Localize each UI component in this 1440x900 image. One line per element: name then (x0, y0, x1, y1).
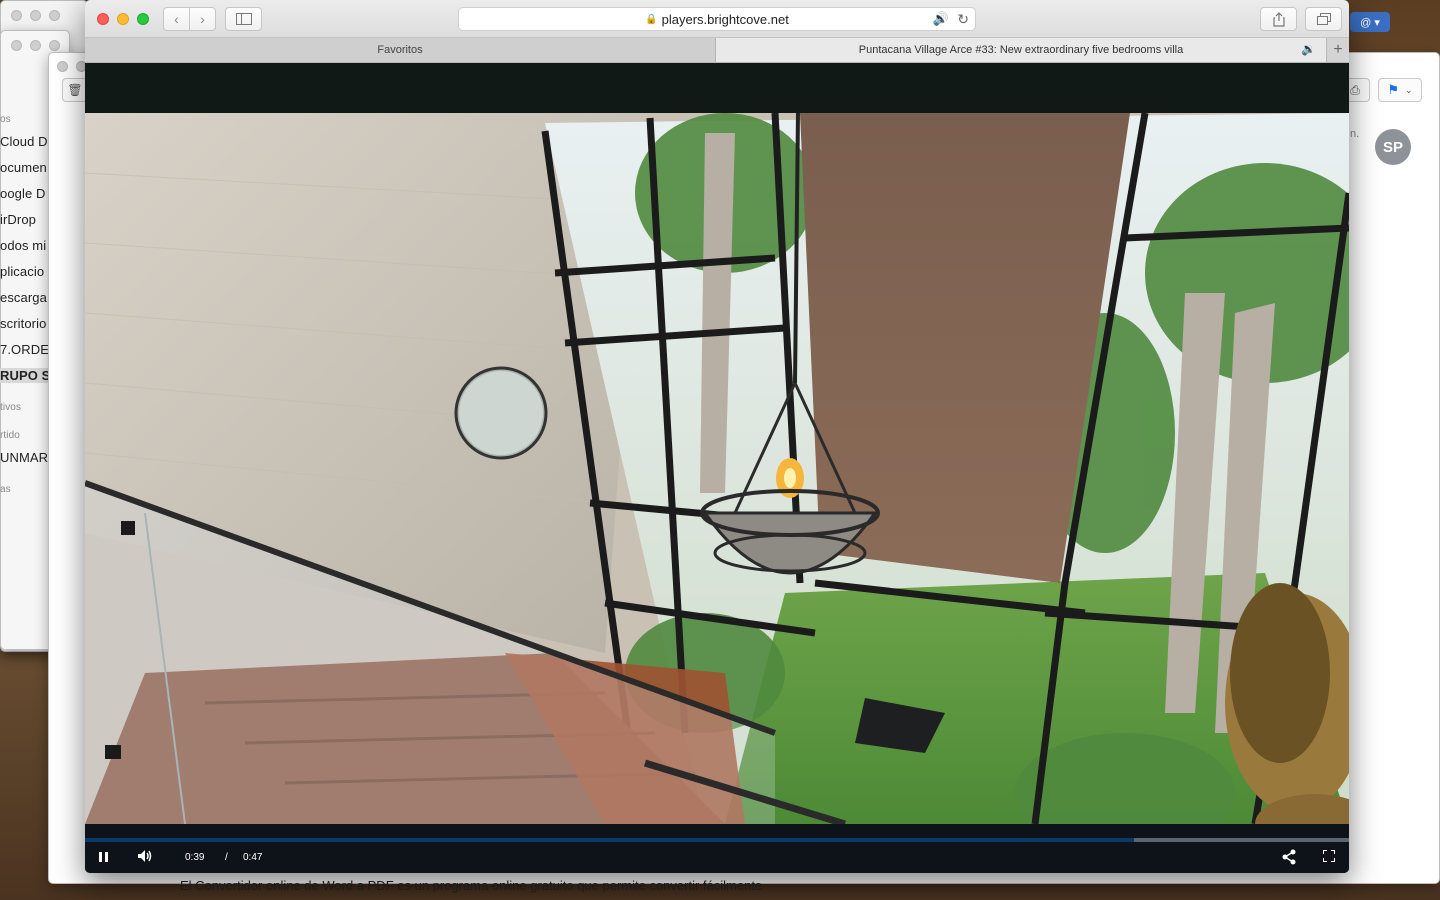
minimize-window-button[interactable] (117, 13, 129, 25)
tab-favoritos[interactable]: Favoritos (85, 38, 716, 62)
finder-section-tags: as (0, 484, 11, 495)
finder-item-applications[interactable]: plicacio (0, 264, 44, 279)
finder-item-orden[interactable]: 7.ORDEN (0, 342, 48, 357)
tab-bar: Favoritos Puntacana Village Arce #33: Ne… (85, 38, 1349, 63)
tab-label: Puntacana Village Arce #33: New extraord… (858, 44, 1184, 56)
finder-item-downloads[interactable]: escarga (0, 290, 47, 305)
progress-bar[interactable] (85, 838, 1349, 842)
forward-button[interactable]: › (189, 7, 216, 31)
printer-icon: ⎙ (1350, 82, 1360, 97)
finder-section-label: os (0, 114, 11, 125)
reload-icon[interactable]: ↻ (957, 11, 969, 28)
chevron-right-icon: › (200, 11, 205, 27)
show-all-tabs-button[interactable] (1305, 7, 1342, 31)
pause-button[interactable] (99, 850, 113, 864)
trash-icon: 🗑 (67, 83, 83, 97)
mail-body-text: El Convertidor online de Word a PDF es u… (180, 878, 763, 893)
window-controls (97, 13, 149, 25)
tab-video[interactable]: Puntacana Village Arce #33: New extraord… (716, 38, 1326, 62)
finder-item-airdrop[interactable]: irDrop (0, 212, 36, 227)
background-traffic-lights (11, 10, 60, 21)
finder-section-shared: rtido (0, 430, 20, 441)
flag-icon: ⚑ (1387, 82, 1400, 97)
chevron-left-icon: ‹ (174, 11, 179, 27)
browser-toolbar: ‹ › 🔒 players.brightcove.net 🔊 ↻ (85, 0, 1349, 38)
progress-fill (85, 838, 1134, 842)
pause-icon (99, 852, 102, 862)
sidebar-toggle-button[interactable] (225, 7, 262, 31)
share-video-button[interactable] (1281, 849, 1297, 865)
address-url: players.brightcove.net (661, 11, 789, 27)
finder-section-devices: tivos (0, 402, 22, 413)
tabs-overview-icon (1316, 13, 1331, 25)
back-button[interactable]: ‹ (163, 7, 190, 31)
finder-item-icloud[interactable]: Cloud Dr (0, 134, 48, 149)
time-separator: / (225, 852, 228, 863)
player-letterbox-top (85, 63, 1349, 113)
share-icon (1272, 11, 1285, 27)
address-bar[interactable]: 🔒 players.brightcove.net 🔊 ↻ (458, 7, 976, 31)
status-pill: @ ▾ (1350, 12, 1390, 32)
duration: 0:47 (243, 852, 263, 863)
sidebar-icon (235, 13, 252, 25)
video-scene (85, 113, 1349, 824)
avatar[interactable]: SP (1375, 129, 1411, 165)
volume-button[interactable] (137, 849, 153, 863)
share-icon (1282, 849, 1296, 865)
flag-button[interactable]: ⚑ ⌄ (1378, 78, 1422, 102)
finder-sidebar: os Cloud Dr ocumen oogle D irDrop odos m… (0, 100, 48, 650)
current-time: 0:39 (185, 852, 205, 863)
new-tab-button[interactable]: + (1326, 38, 1349, 62)
finder-item-unmar[interactable]: UNMAR (0, 450, 48, 465)
at-icon: @ ▾ (1360, 16, 1380, 29)
finder-item-desktop[interactable]: scritorio (0, 316, 46, 331)
video-frame[interactable] (85, 113, 1349, 824)
speaker-icon[interactable]: 🔊 (933, 11, 949, 27)
finder-item-all-files[interactable]: odos mi (0, 238, 46, 253)
share-button[interactable] (1260, 7, 1297, 31)
chevron-down-icon: ⌄ (1405, 84, 1413, 95)
fullscreen-button[interactable] (1323, 850, 1335, 862)
background-traffic-lights-2 (11, 40, 60, 51)
browser-window: ‹ › 🔒 players.brightcove.net 🔊 ↻ Favorit… (85, 0, 1349, 873)
tab-audio-icon[interactable]: 🔉 (1301, 42, 1316, 56)
tab-label: Favoritos (377, 44, 423, 56)
mail-hint-text: n. (1350, 128, 1360, 140)
close-window-button[interactable] (97, 13, 109, 25)
maximize-window-button[interactable] (137, 13, 149, 25)
finder-item-google-drive[interactable]: oogle D (0, 186, 46, 201)
finder-item-documents[interactable]: ocumen (0, 160, 47, 175)
fullscreen-icon (1323, 850, 1335, 862)
lock-icon: 🔒 (645, 13, 658, 25)
volume-icon (138, 850, 152, 862)
player-control-bar: 0:39 / 0:47 (85, 824, 1349, 873)
finder-item-grupo[interactable]: RUPO S (0, 368, 48, 383)
